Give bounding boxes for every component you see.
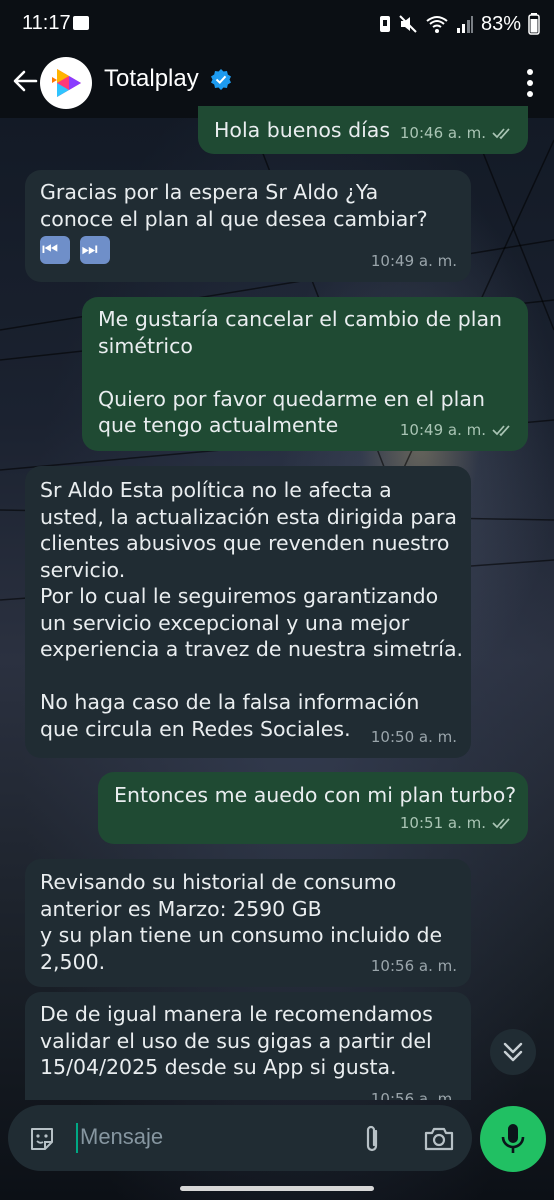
message-text: Hola buenos días xyxy=(214,118,391,142)
gallery-notification-icon xyxy=(73,16,89,30)
voice-record-button[interactable] xyxy=(480,1106,546,1172)
message-emoji-row: ⏮ ⏭ xyxy=(40,236,113,264)
sticker-smile-icon[interactable] xyxy=(28,1125,56,1153)
emoji-next-track: ⏭ xyxy=(79,236,110,264)
contact-avatar[interactable] xyxy=(40,57,92,109)
contact-name[interactable]: Totalplay xyxy=(104,65,199,93)
message-text: Sr Aldo Esta política no le afecta a ust… xyxy=(40,478,464,741)
message-meta: 10:46 a. m. xyxy=(400,120,514,147)
status-right-group: 83% xyxy=(379,12,540,36)
message-text: Entonces me auedo con mi plan turbo? xyxy=(114,783,517,807)
text-cursor xyxy=(76,1123,78,1153)
message-meta: 10:49 a. m. xyxy=(371,248,457,275)
arrow-left-icon[interactable] xyxy=(10,66,40,96)
microphone-icon xyxy=(501,1124,525,1153)
message-time: 10:50 a. m. xyxy=(370,727,457,746)
read-receipt-icon xyxy=(492,128,510,139)
message-incoming[interactable]: De de igual manera le recomendamos valid… xyxy=(25,992,471,1100)
wifi-icon xyxy=(426,16,448,33)
battery-percent: 83% xyxy=(480,12,521,35)
signal-icon xyxy=(456,16,473,33)
message-incoming[interactable]: Sr Aldo Esta política no le afecta a ust… xyxy=(25,466,471,758)
verified-badge-icon xyxy=(211,69,231,90)
message-outgoing[interactable]: Entonces me auedo con mi plan turbo? 10:… xyxy=(98,772,528,844)
message-meta: 10:56 a. m. xyxy=(371,1086,457,1101)
message-input-bar[interactable]: Mensaje xyxy=(8,1105,472,1171)
battery-icon xyxy=(528,13,540,35)
totalplay-logo xyxy=(52,69,81,97)
read-receipt-icon xyxy=(492,818,510,829)
message-outgoing[interactable]: Hola buenos días 10:46 a. m. xyxy=(198,106,528,154)
message-text: Gracias por la espera Sr Aldo ¿Ya conoce… xyxy=(40,180,428,231)
status-bar: 11:17 83% xyxy=(0,0,554,52)
message-meta: 10:50 a. m. xyxy=(371,724,457,751)
message-text: De de igual manera le recomendamos valid… xyxy=(40,1002,433,1079)
message-meta: 10:49 a. m. xyxy=(400,417,514,444)
read-receipt-icon xyxy=(492,425,510,436)
message-time: 10:51 a. m. xyxy=(399,813,486,832)
scroll-to-bottom-button[interactable] xyxy=(490,1029,536,1075)
status-time: 11:17 xyxy=(22,12,71,34)
message-time: 10:56 a. m. xyxy=(370,956,457,975)
message-incoming[interactable]: Gracias por la espera Sr Aldo ¿Ya conoce… xyxy=(25,170,471,282)
paperclip-icon[interactable] xyxy=(360,1123,384,1155)
mute-icon xyxy=(399,15,417,33)
home-indicator xyxy=(180,1186,374,1191)
message-time: 10:56 a. m. xyxy=(370,1089,457,1101)
message-time: 10:46 a. m. xyxy=(399,123,486,142)
camera-icon[interactable] xyxy=(423,1126,455,1152)
message-input[interactable]: Mensaje xyxy=(80,1124,163,1150)
double-chevron-down-icon xyxy=(503,1042,523,1062)
more-vert-icon[interactable] xyxy=(526,68,534,98)
message-meta: 10:51 a. m. xyxy=(400,810,514,837)
emoji-previous-track: ⏮ xyxy=(40,236,70,264)
nfc-icon xyxy=(379,16,390,32)
message-time: 10:49 a. m. xyxy=(399,420,486,439)
message-incoming[interactable]: Revisando su historial de consumo anteri… xyxy=(25,859,471,987)
message-time: 10:49 a. m. xyxy=(370,251,457,270)
message-outgoing[interactable]: Me gustaría cancelar el cambio de plan s… xyxy=(82,297,528,451)
message-meta: 10:56 a. m. xyxy=(371,953,457,980)
